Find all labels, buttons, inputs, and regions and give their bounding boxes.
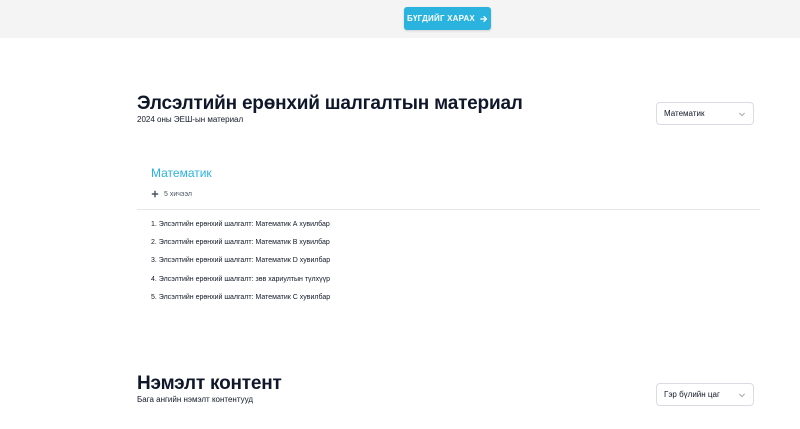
lesson-item[interactable]: 1. Элсэлтийн ерөнхий шалгалт: Математик … <box>151 220 330 238</box>
section-title-exam: Элсэлтийн ерөнхий шалгалтын материал <box>137 93 523 114</box>
divider <box>137 209 760 210</box>
category-select[interactable]: Гэр бүлийн цаг <box>656 383 754 406</box>
section-subtitle-extra: Бага ангийн нэмэлт контентууд <box>137 395 253 404</box>
lesson-count-label: 5 хичээл <box>164 190 192 198</box>
lesson-list: 1. Элсэлтийн ерөнхий шалгалт: Математик … <box>151 220 330 311</box>
view-all-label: БҮГДИЙГ ХАРАХ <box>407 14 475 23</box>
view-all-button[interactable]: БҮГДИЙГ ХАРАХ <box>404 7 491 30</box>
lesson-item[interactable]: 4. Элсэлтийн ерөнхий шалгалт: зөв хариул… <box>151 275 330 293</box>
lesson-item[interactable]: 5. Элсэлтийн ерөнхий шалгалт: Математик … <box>151 293 330 311</box>
section-title-extra: Нэмэлт контент <box>137 373 282 394</box>
subject-title[interactable]: Математик <box>151 166 212 180</box>
section-subtitle-exam: 2024 оны ЭЕШ-ын материал <box>137 115 244 124</box>
subject-select-value: Математик <box>664 109 705 118</box>
lesson-item[interactable]: 2. Элсэлтийн ерөнхий шалгалт: Математик … <box>151 238 330 256</box>
plus-icon <box>151 190 159 198</box>
chevron-down-icon <box>739 393 745 398</box>
chevron-down-icon <box>739 112 745 117</box>
lesson-count[interactable]: 5 хичээл <box>151 189 192 199</box>
top-band <box>0 0 800 38</box>
lesson-item[interactable]: 3. Элсэлтийн ерөнхий шалгалт: Математик … <box>151 256 330 274</box>
subject-select[interactable]: Математик <box>656 102 754 125</box>
category-select-value: Гэр бүлийн цаг <box>664 390 720 399</box>
arrow-right-icon <box>480 15 488 22</box>
